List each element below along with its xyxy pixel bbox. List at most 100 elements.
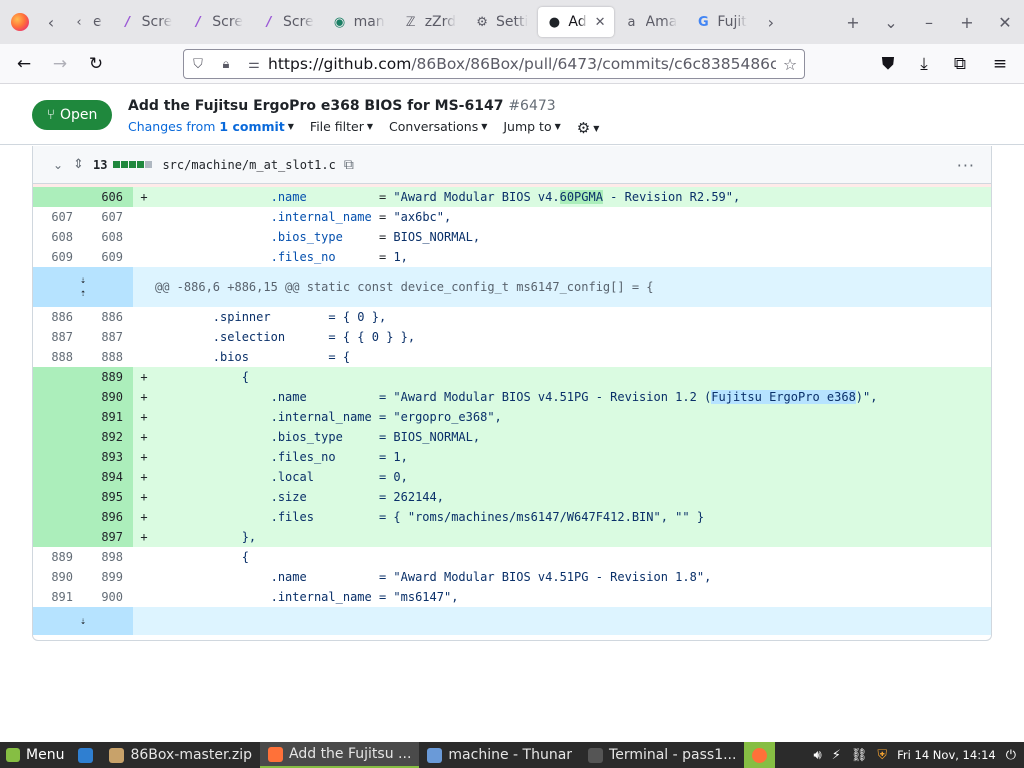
new-line-number[interactable]: 606 bbox=[83, 187, 133, 207]
new-line-number[interactable]: 889 bbox=[83, 367, 133, 387]
old-line-number[interactable] bbox=[33, 447, 83, 467]
url-text[interactable]: https://github.com/86Box/86Box/pull/6473… bbox=[268, 55, 776, 73]
old-line-number[interactable] bbox=[33, 427, 83, 447]
old-line-number[interactable] bbox=[33, 187, 83, 207]
old-line-number[interactable]: 889 bbox=[33, 547, 83, 567]
expand-all-icon[interactable]: ⇕ bbox=[73, 157, 93, 172]
minimize-button[interactable]: – bbox=[910, 13, 948, 32]
old-line-number[interactable] bbox=[33, 467, 83, 487]
new-line-number[interactable]: 896 bbox=[83, 507, 133, 527]
expand-down-button[interactable]: ⇣ bbox=[33, 607, 133, 635]
hamburger-menu-icon[interactable]: ≡ bbox=[982, 48, 1018, 80]
window-app-icon bbox=[109, 747, 125, 763]
old-line-number[interactable]: 886 bbox=[33, 307, 83, 327]
more-options-icon[interactable]: ··· bbox=[957, 156, 975, 175]
show-desktop-icon[interactable] bbox=[70, 742, 101, 768]
extensions-icon[interactable]: ⧉ bbox=[942, 48, 978, 80]
diff-settings-dropdown[interactable]: ⚙ ▼ bbox=[577, 119, 600, 137]
permissions-icon[interactable]: ⚌ bbox=[240, 57, 268, 72]
lock-icon[interactable]: 🔒︎ bbox=[212, 57, 240, 72]
old-line-number[interactable] bbox=[33, 507, 83, 527]
tab-list-dropdown[interactable]: ⌄ bbox=[872, 13, 910, 32]
new-line-number[interactable]: 899 bbox=[83, 567, 133, 587]
file-path[interactable]: src/machine/m_at_slot1.c bbox=[162, 158, 335, 172]
new-line-number[interactable]: 893 bbox=[83, 447, 133, 467]
back-button[interactable]: ← bbox=[6, 48, 42, 80]
tab-scroll-left-button[interactable]: ‹ bbox=[40, 7, 62, 37]
browser-tab[interactable]: G Fujit bbox=[687, 7, 754, 37]
new-line-number[interactable]: 890 bbox=[83, 387, 133, 407]
browser-tab[interactable]: ℤzZrd bbox=[395, 7, 464, 37]
collapse-chevron-icon[interactable]: ⌄ bbox=[53, 158, 73, 172]
forward-button[interactable]: → bbox=[42, 48, 78, 80]
browser-tab[interactable]: ● Ad ✕ bbox=[538, 7, 614, 37]
new-line-number[interactable]: 886 bbox=[83, 307, 133, 327]
network-icon[interactable]: ⛓ bbox=[851, 748, 868, 763]
clock[interactable]: Fri 14 Nov, 14:14 bbox=[897, 748, 996, 762]
shield-icon[interactable]: ⛉ bbox=[184, 57, 212, 72]
taskbar-firefox-launcher[interactable] bbox=[744, 742, 776, 768]
jump-to-dropdown[interactable]: Jump to ▼ bbox=[503, 119, 560, 137]
url-bar[interactable]: ⛉ 🔒︎ ⚌ https://github.com/86Box/86Box/pu… bbox=[183, 49, 805, 79]
new-line-number[interactable]: 900 bbox=[83, 587, 133, 607]
new-line-number[interactable]: 892 bbox=[83, 427, 133, 447]
browser-tab[interactable]: a Ama bbox=[616, 7, 686, 37]
conversations-dropdown[interactable]: Conversations ▼ bbox=[389, 119, 487, 137]
file-diff: ⌄ ⇕ 13 src/machine/m_at_slot1.c ⧉ ··· 60… bbox=[32, 146, 992, 641]
new-line-number[interactable]: 608 bbox=[83, 227, 133, 247]
diff-marker bbox=[133, 347, 155, 367]
taskbar-window[interactable]: machine - Thunar bbox=[419, 742, 580, 768]
power-icon[interactable]: ⏻ bbox=[1006, 748, 1016, 763]
old-line-number[interactable]: 607 bbox=[33, 207, 83, 227]
browser-tab[interactable]: / Scre bbox=[182, 7, 251, 37]
tab-scroll-right-button[interactable]: › bbox=[760, 7, 782, 37]
bookmark-star-icon[interactable]: ☆ bbox=[776, 55, 804, 74]
new-line-number[interactable]: 888 bbox=[83, 347, 133, 367]
file-filter-dropdown[interactable]: File filter ▼ bbox=[310, 119, 373, 137]
new-line-number[interactable]: 897 bbox=[83, 527, 133, 547]
browser-tab[interactable]: ‹ e bbox=[63, 7, 110, 37]
changes-from-dropdown[interactable]: Changes from 1 commit ▼ bbox=[128, 119, 294, 137]
new-line-number[interactable]: 894 bbox=[83, 467, 133, 487]
old-line-number[interactable] bbox=[33, 407, 83, 427]
maximize-button[interactable]: + bbox=[948, 13, 986, 32]
old-line-number[interactable]: 888 bbox=[33, 347, 83, 367]
taskbar-window[interactable]: Add the Fujitsu ... bbox=[260, 742, 420, 768]
close-window-button[interactable]: ✕ bbox=[986, 13, 1024, 32]
browser-tab[interactable]: / Scre bbox=[253, 7, 322, 37]
pr-title[interactable]: Add the Fujitsu ErgoPro e368 BIOS for MS… bbox=[128, 98, 556, 114]
expand-hunk-button[interactable]: ⇣ ⇡ bbox=[33, 267, 133, 307]
old-line-number[interactable]: 608 bbox=[33, 227, 83, 247]
new-line-number[interactable]: 609 bbox=[83, 247, 133, 267]
old-line-number[interactable] bbox=[33, 387, 83, 407]
reload-button[interactable]: ↻ bbox=[78, 48, 114, 80]
new-line-number[interactable]: 891 bbox=[83, 407, 133, 427]
copy-icon[interactable]: ⧉ bbox=[344, 157, 354, 173]
code-line: .files = { "roms/machines/ms6147/W647F41… bbox=[155, 507, 991, 527]
new-line-number[interactable]: 898 bbox=[83, 547, 133, 567]
firefox-view-button[interactable] bbox=[0, 0, 40, 44]
old-line-number[interactable] bbox=[33, 487, 83, 507]
close-tab-icon[interactable]: ✕ bbox=[595, 15, 606, 30]
old-line-number[interactable]: 887 bbox=[33, 327, 83, 347]
new-tab-button[interactable]: + bbox=[834, 13, 872, 32]
new-line-number[interactable]: 887 bbox=[83, 327, 133, 347]
update-shield-icon[interactable]: ⛨ bbox=[877, 748, 887, 763]
battery-icon[interactable]: ⚡ bbox=[832, 748, 841, 763]
browser-tab[interactable]: ⚙ Setti bbox=[466, 7, 536, 37]
old-line-number[interactable]: 609 bbox=[33, 247, 83, 267]
taskbar-window[interactable]: 86Box-master.zip bbox=[101, 742, 260, 768]
volume-icon[interactable]: 🔊︎ bbox=[814, 748, 822, 763]
start-menu-button[interactable]: Menu bbox=[0, 742, 70, 768]
old-line-number[interactable]: 891 bbox=[33, 587, 83, 607]
old-line-number[interactable]: 890 bbox=[33, 567, 83, 587]
old-line-number[interactable] bbox=[33, 527, 83, 547]
browser-tab[interactable]: ◉ man bbox=[324, 7, 393, 37]
old-line-number[interactable] bbox=[33, 367, 83, 387]
new-line-number[interactable]: 895 bbox=[83, 487, 133, 507]
downloads-icon[interactable]: ⤓ bbox=[906, 48, 942, 80]
browser-tab[interactable]: / Scre bbox=[112, 7, 181, 37]
pocket-icon[interactable]: ⛊ bbox=[870, 48, 906, 80]
taskbar-window[interactable]: Terminal - pass1... bbox=[580, 742, 744, 768]
new-line-number[interactable]: 607 bbox=[83, 207, 133, 227]
